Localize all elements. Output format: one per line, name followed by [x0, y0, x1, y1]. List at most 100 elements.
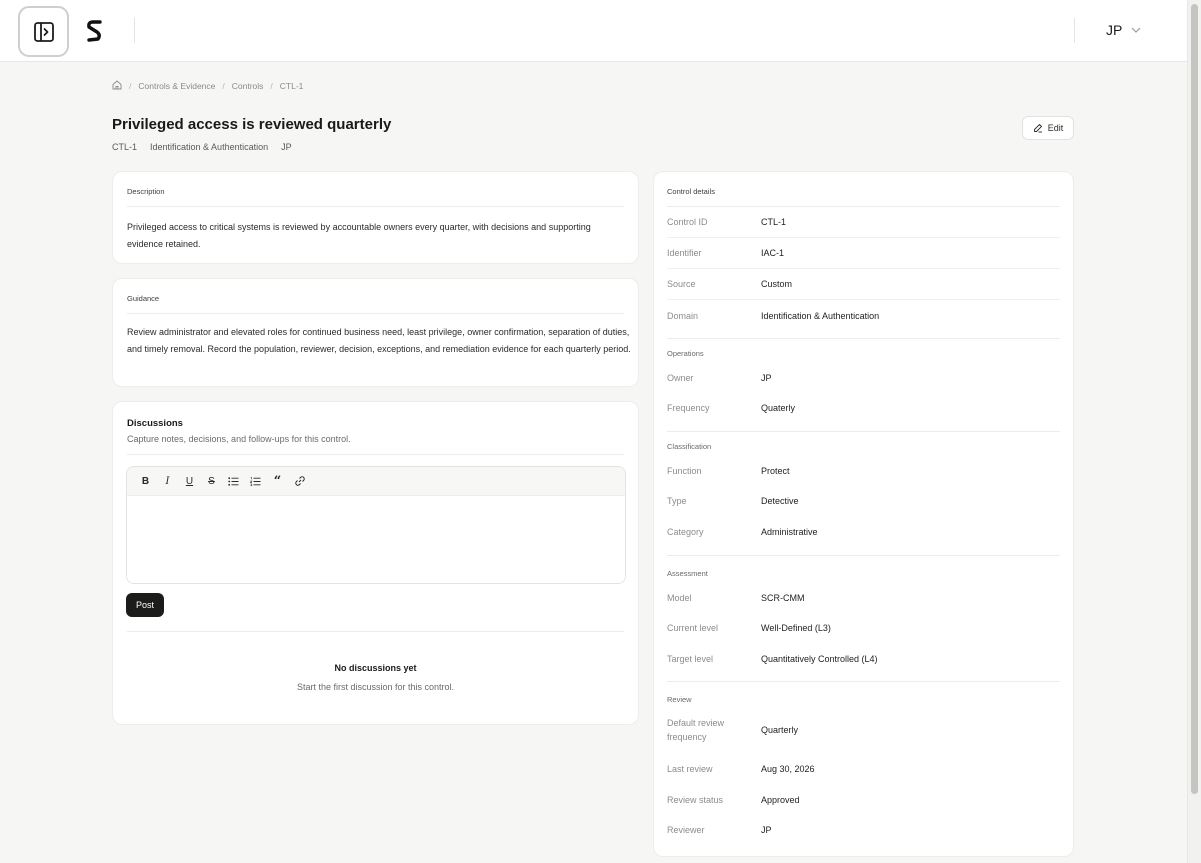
detail-row-frequency: Frequency Quaterly — [667, 392, 1060, 423]
user-initials: JP — [1106, 22, 1123, 38]
detail-value: Aug 30, 2026 — [761, 763, 815, 774]
edit-button[interactable]: Edit — [1022, 116, 1074, 140]
brand-logo-icon[interactable] — [85, 18, 105, 44]
strikethrough-icon[interactable]: S — [203, 473, 220, 490]
detail-key: Domain — [667, 310, 699, 321]
detail-key: Target level — [667, 653, 714, 664]
divider — [667, 555, 1060, 556]
italic-icon[interactable]: I — [159, 473, 176, 490]
breadcrumb-item-controls-evidence[interactable]: Controls & Evidence — [138, 81, 215, 91]
section-label-assessment: Assessment — [667, 569, 708, 578]
detail-key: Function — [667, 465, 702, 476]
editor-toolbar: B I U S “ — [127, 467, 625, 496]
detail-row-last-review: Last review Aug 30, 2026 — [667, 753, 1060, 784]
control-details-card: Control details Control ID CTL-1 Identif… — [653, 171, 1074, 857]
discussions-card: Discussions Capture notes, decisions, an… — [112, 401, 639, 725]
detail-key: Reviewer — [667, 824, 705, 835]
divider — [127, 313, 624, 314]
breadcrumb: / Controls & Evidence / Controls / CTL-1 — [112, 80, 303, 92]
detail-key: Review status — [667, 794, 724, 805]
ordered-list-icon[interactable] — [247, 473, 264, 490]
sidebar-toggle-button[interactable] — [18, 6, 69, 57]
guidance-label: Guidance — [127, 294, 160, 303]
detail-key: Control ID — [667, 217, 708, 227]
divider — [127, 631, 624, 632]
post-button[interactable]: Post — [126, 593, 164, 617]
detail-row-function: Function Protect — [667, 455, 1060, 486]
user-menu[interactable]: JP — [1106, 22, 1141, 38]
breadcrumb-item-controls[interactable]: Controls — [232, 81, 264, 91]
detail-row-current-level: Current level Well-Defined (L3) — [667, 612, 1060, 643]
detail-row-default-review-frequency: Default review frequency Quarterly — [667, 712, 1060, 748]
scrollbar-thumb[interactable] — [1191, 4, 1198, 794]
quote-icon[interactable]: “ — [269, 473, 286, 490]
detail-value: SCR-CMM — [761, 592, 805, 603]
discussions-title: Discussions — [127, 418, 183, 429]
section-label-classification: Classification — [667, 442, 712, 451]
detail-row-domain: Domain Identification & Authentication — [667, 300, 1060, 331]
page-meta: CTL-1 Identification & Authentication JP — [112, 142, 292, 152]
empty-state-title: No discussions yet — [334, 663, 417, 673]
detail-value: Protect — [761, 465, 790, 476]
detail-value: Quarterly — [761, 725, 799, 735]
divider — [667, 681, 1060, 682]
discussions-subtitle: Capture notes, decisions, and follow-ups… — [127, 434, 351, 444]
detail-value: Well-Defined (L3) — [761, 622, 831, 633]
detail-value: Quantitatively Controlled (L4) — [761, 653, 878, 664]
detail-value: Custom — [761, 279, 793, 289]
breadcrumb-separator: / — [270, 81, 273, 91]
detail-row-source: Source Custom — [667, 269, 1060, 300]
detail-key: Identifier — [667, 248, 702, 258]
edit-label: Edit — [1047, 123, 1064, 133]
header-divider — [1074, 18, 1075, 43]
detail-value: Detective — [761, 495, 799, 506]
detail-row-target-level: Target level Quantitatively Controlled (… — [667, 643, 1060, 674]
meta-domain: Identification & Authentication — [150, 142, 269, 152]
detail-value: JP — [761, 372, 772, 383]
discussion-editor: B I U S “ — [126, 466, 626, 584]
bold-icon[interactable]: B — [137, 473, 154, 490]
detail-value: Administrative — [761, 526, 818, 537]
detail-value: CTL-1 — [761, 217, 787, 227]
home-icon[interactable] — [112, 80, 122, 92]
description-label: Description — [127, 187, 165, 196]
detail-key: Last review — [667, 763, 713, 774]
top-bar: JP — [0, 0, 1187, 62]
section-label-operations: Operations — [667, 349, 704, 358]
meta-owner: JP — [281, 142, 292, 152]
detail-row-identifier: Identifier IAC-1 — [667, 238, 1060, 269]
detail-key: Frequency — [667, 402, 710, 413]
panel-toggle-icon — [33, 21, 54, 42]
detail-row-type: Type Detective — [667, 485, 1060, 516]
link-icon[interactable] — [291, 473, 308, 490]
bullet-list-icon[interactable] — [225, 473, 242, 490]
detail-key: Category — [667, 526, 704, 537]
detail-row-category: Category Administrative — [667, 516, 1060, 547]
detail-value: Quaterly — [761, 402, 796, 413]
breadcrumb-separator: / — [129, 81, 132, 91]
detail-key: Model — [667, 592, 692, 603]
detail-row-owner: Owner JP — [667, 362, 1060, 393]
page-title: Privileged access is reviewed quarterly — [112, 116, 392, 133]
description-text: Privileged access to critical systems is… — [127, 222, 591, 249]
pencil-icon — [1033, 124, 1042, 133]
chevron-down-icon — [1131, 25, 1141, 36]
guidance-card: Guidance Review administrator and elevat… — [112, 278, 639, 387]
discussion-textarea[interactable] — [127, 496, 625, 583]
guidance-text: Review administrator and elevated roles … — [127, 327, 631, 354]
control-details-title: Control details — [667, 187, 715, 196]
page-scrollbar[interactable] — [1187, 0, 1201, 863]
breadcrumb-separator: / — [222, 81, 225, 91]
detail-value: Approved — [761, 794, 800, 805]
underline-icon[interactable]: U — [181, 473, 198, 490]
empty-state-subtitle: Start the first discussion for this cont… — [296, 682, 455, 692]
detail-key: Current level — [667, 622, 719, 633]
divider — [667, 338, 1060, 339]
section-label-review: Review — [667, 695, 692, 704]
detail-row-review-status: Review status Approved — [667, 784, 1060, 815]
divider — [127, 454, 624, 455]
breadcrumb-item-current: CTL-1 — [279, 81, 304, 91]
detail-key: Owner — [667, 372, 694, 383]
detail-row-model: Model SCR-CMM — [667, 582, 1060, 613]
detail-value: IAC-1 — [761, 248, 785, 258]
